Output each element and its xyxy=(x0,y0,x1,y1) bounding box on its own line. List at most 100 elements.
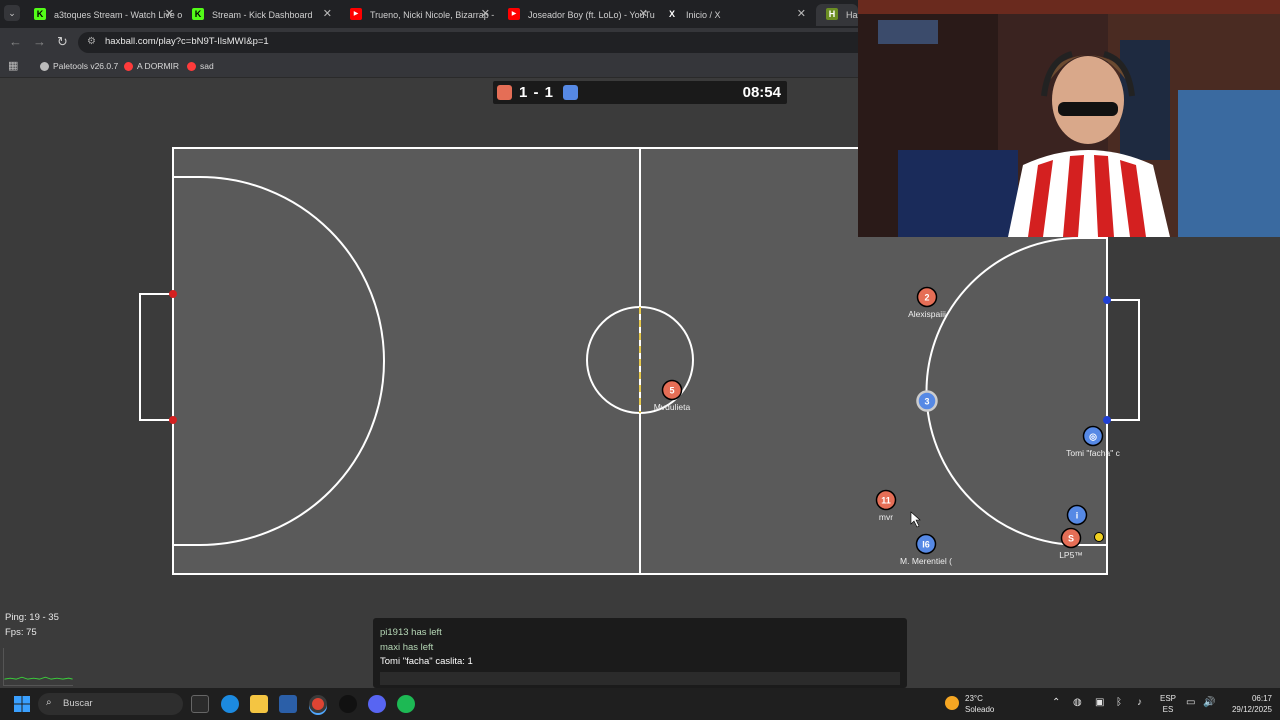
chrome-icon[interactable] xyxy=(309,695,327,713)
player-name: Tomi "facha" c xyxy=(1066,448,1120,458)
close-icon[interactable]: ✕ xyxy=(165,7,174,20)
player-number: ◎ xyxy=(1089,432,1097,442)
right-post xyxy=(1103,296,1111,304)
bookmark-label: Paletools v26.0.7 xyxy=(53,61,119,71)
webcam-image xyxy=(858,0,1280,237)
tab-title: Joseador Boy (ft. LoLo) - YouTu xyxy=(528,10,655,20)
microphone-icon[interactable]: ♪ xyxy=(1137,697,1142,708)
player-number: 11 xyxy=(881,496,891,506)
chat-message: Tomi "facha" caslita: 1 xyxy=(380,656,473,667)
language-indicator[interactable]: ESP ES xyxy=(1160,693,1176,715)
match-clock: 08:54 xyxy=(742,84,781,101)
player-number: i xyxy=(1076,511,1079,521)
tab-title: a3toques Stream - Watch Live o xyxy=(54,10,182,20)
url-field[interactable]: ⚙ haxball.com/play?c=bN9T-IlsMWI&p=1 xyxy=(78,32,878,53)
forward-icon[interactable]: → xyxy=(33,34,46,49)
tab-haxball[interactable]: H Haxb xyxy=(816,4,858,26)
net-stats: Ping: 19 - 35 Fps: 75 xyxy=(5,610,59,640)
player-red: 11 mvr xyxy=(875,489,897,522)
left-post xyxy=(169,290,177,298)
tab-joseador[interactable]: ▶ Joseador Boy (ft. LoLo) - YouTu ✕ xyxy=(498,4,656,26)
bookmark-paletools[interactable]: Paletools v26.0.7 xyxy=(40,61,118,71)
taskbar-search-input[interactable]: ⌕ Buscar xyxy=(38,693,183,715)
clock-time: 06:17 xyxy=(1251,694,1272,703)
player-blue: 3 xyxy=(916,390,938,412)
task-view-icon[interactable] xyxy=(191,695,209,713)
url-text: haxball.com/play?c=bN9T-IlsMWI&p=1 xyxy=(105,36,269,47)
player-number: I6 xyxy=(922,540,930,550)
windows-start-icon[interactable] xyxy=(13,695,31,713)
player-number: 2 xyxy=(924,293,929,303)
obs-icon[interactable] xyxy=(339,695,357,713)
youtube-icon: ▶ xyxy=(508,8,520,20)
site-info-icon[interactable]: ⚙ xyxy=(87,36,96,47)
ping-text: Ping: 19 - 35 xyxy=(5,612,59,623)
fps-text: Fps: 75 xyxy=(5,627,37,638)
bluetooth-icon[interactable]: ᛒ xyxy=(1116,697,1122,708)
chat-box: pi1913 has left maxi has left Tomi "fach… xyxy=(373,618,907,688)
player-number: 5 xyxy=(669,386,674,396)
scoreboard: 1 - 1 08:54 xyxy=(493,81,787,104)
tab-x[interactable]: X Inicio / X ✕ xyxy=(656,4,814,26)
close-icon[interactable]: ✕ xyxy=(323,7,332,20)
search-icon: ⌕ xyxy=(46,697,52,708)
tab-title: Stream - Kick Dashboard xyxy=(212,10,313,20)
ping-graph xyxy=(3,648,73,686)
reload-icon[interactable]: ↻ xyxy=(57,34,68,50)
volume-icon[interactable]: 🔊 xyxy=(1203,697,1215,708)
bookmark-label: sad xyxy=(200,61,214,71)
weather-desc: Soleado xyxy=(965,705,995,714)
tab-a3toques[interactable]: K a3toques Stream - Watch Live o ✕ xyxy=(24,4,182,26)
chat-input[interactable] xyxy=(380,672,900,685)
bookmark-icon xyxy=(40,61,49,71)
tab-trueno[interactable]: ▶ Trueno, Nicki Nicole, Bizarrap - ✕ xyxy=(340,4,498,26)
store-icon[interactable] xyxy=(279,695,297,713)
bookmark-a-dormir[interactable]: A DORMIR xyxy=(124,61,179,71)
youtube-icon xyxy=(124,61,133,71)
x-icon: X xyxy=(668,9,675,19)
ball xyxy=(1094,532,1104,542)
tab-search-icon[interactable]: ⌄ xyxy=(4,5,20,21)
tab-title: Inicio / X xyxy=(686,10,721,20)
chevron-up-icon[interactable]: ⌃ xyxy=(1052,697,1060,708)
network-icon[interactable]: ▭ xyxy=(1186,697,1195,708)
discord-icon[interactable] xyxy=(368,695,386,713)
bookmark-label: A DORMIR xyxy=(137,61,180,71)
tray-app-icon[interactable]: ▣ xyxy=(1095,697,1104,708)
player-name: Alexispaiii xyxy=(908,309,946,319)
file-explorer-icon[interactable] xyxy=(250,695,268,713)
apps-grid-icon[interactable]: ▦ xyxy=(8,59,18,72)
clock[interactable]: 06:17 29/12/2025 xyxy=(1228,693,1272,715)
player-name: M. Merentiel ( xyxy=(900,556,952,566)
back-icon[interactable]: ← xyxy=(9,34,22,49)
player-name: Mvdulieta xyxy=(654,402,691,412)
weather-sun-icon[interactable] xyxy=(945,696,959,710)
tab-kick-dashboard[interactable]: K Stream - Kick Dashboard ✕ xyxy=(182,4,340,26)
left-goal xyxy=(139,293,173,421)
left-post xyxy=(169,416,177,424)
blue-team-swatch xyxy=(563,85,578,100)
right-post xyxy=(1103,416,1111,424)
kick-icon: K xyxy=(34,8,46,20)
haxball-icon: H xyxy=(826,8,838,20)
right-goal xyxy=(1107,299,1140,421)
close-icon[interactable]: ✕ xyxy=(639,7,648,20)
weather-widget[interactable]: 23°C Soleado xyxy=(965,693,994,715)
close-icon[interactable]: ✕ xyxy=(481,7,490,20)
bookmark-sad[interactable]: sad xyxy=(187,61,214,71)
tray-app-icon[interactable]: ◍ xyxy=(1073,697,1082,708)
weather-temp: 23°C xyxy=(965,694,983,703)
edge-icon[interactable] xyxy=(221,695,239,713)
clock-date: 29/12/2025 xyxy=(1231,705,1272,714)
close-icon[interactable]: ✕ xyxy=(797,7,806,20)
spotify-icon[interactable] xyxy=(397,695,415,713)
youtube-icon xyxy=(187,61,196,71)
player-name: LP5™ xyxy=(1059,550,1083,560)
search-placeholder: Buscar xyxy=(63,698,93,709)
player-number: 3 xyxy=(924,397,929,407)
kick-icon: K xyxy=(192,8,204,20)
webcam-overlay xyxy=(858,0,1280,237)
red-team-swatch xyxy=(497,85,512,100)
tab-title: Haxb xyxy=(846,10,858,20)
chat-message: maxi has left xyxy=(380,642,434,653)
